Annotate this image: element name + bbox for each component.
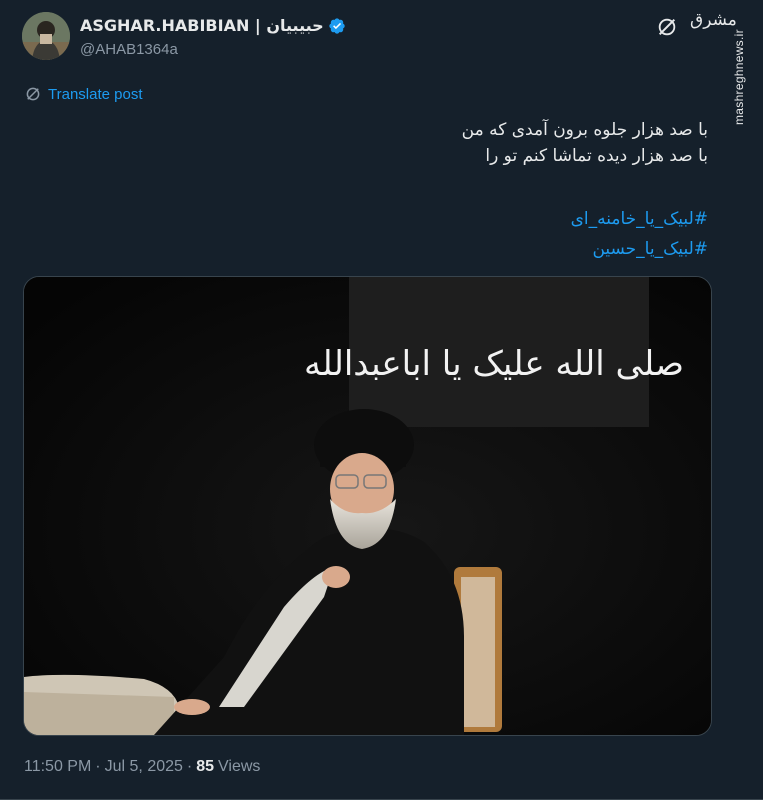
post-line: با صد هزار دیده تماشا کنم تو را [485,146,708,166]
avatar[interactable] [22,12,70,60]
author-handle[interactable]: @AHAB1364a [80,41,178,58]
post-time[interactable]: 11:50 PM [24,758,91,776]
author-name-line: ASGHAR.HABIBIAN | حبیبیان [80,16,346,35]
media-photo: صلی الله علیک یا اباعبدالله [24,277,711,735]
post-media-image[interactable]: صلی الله علیک یا اباعبدالله [23,276,712,736]
views-label: Views [218,758,261,775]
avatar-image [22,12,70,60]
post-line: با صد هزار جلوه برون آمدی که من [461,120,708,140]
views-count: 85 [196,758,215,775]
translate-label[interactable]: Translate post [48,86,143,103]
site-logo: مشرق [690,10,737,30]
post-header: ASGHAR.HABIBIAN | حبیبیان @AHAB1364a [22,12,722,64]
hashtag-list: #لبیک_یا_خامنه_ای #لبیک_یا_حسین [571,204,708,264]
post-text: با صد هزار جلوه برون آمدی که من با صد هز… [48,117,708,169]
separator: · [186,758,193,775]
grok-icon[interactable] [656,16,678,38]
verified-badge-icon [328,17,345,34]
translate-icon [26,87,40,101]
hashtag-link[interactable]: #لبیک_یا_خامنه_ای [571,204,708,234]
watermark-text: mashreghnews.ir [732,29,746,125]
separator: · [95,758,101,775]
author-name[interactable]: ASGHAR.HABIBIAN | حبیبیان [80,16,324,35]
post-footer: 11:50 PM · Jul 5, 2025 · 85 Views [24,758,260,776]
banner-text: صلی الله علیک یا اباعبدالله [304,344,684,384]
translate-post-link[interactable]: Translate post [24,85,143,103]
post-date[interactable]: Jul 5, 2025 [105,758,183,776]
hashtag-link[interactable]: #لبیک_یا_حسین [571,234,708,264]
